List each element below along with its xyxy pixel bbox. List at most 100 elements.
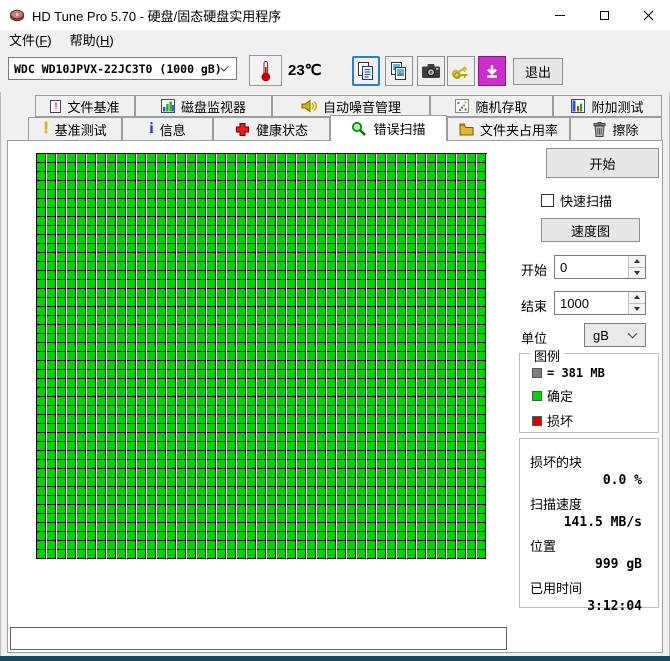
close-button[interactable] — [626, 0, 670, 30]
quick-scan-checkbox[interactable] — [541, 194, 554, 207]
tab-error-scan[interactable]: 错误扫描 — [330, 115, 447, 141]
scan-block — [267, 478, 276, 487]
scan-block — [107, 388, 116, 397]
scan-block — [357, 361, 366, 370]
maximize-button[interactable] — [582, 0, 626, 30]
scan-block — [277, 478, 286, 487]
scan-block — [437, 388, 446, 397]
range-end-input[interactable] — [555, 292, 628, 314]
scan-block — [387, 469, 396, 478]
scan-block — [107, 316, 116, 325]
scan-block — [357, 343, 366, 352]
menu-item-file[interactable]: 文件(F) — [0, 30, 61, 52]
tab-auto-acoustic[interactable]: 自动噪音管理 — [272, 95, 430, 117]
scan-block — [127, 163, 136, 172]
range-start-input[interactable] — [555, 256, 628, 278]
scan-block — [117, 226, 126, 235]
scan-block — [427, 289, 436, 298]
scan-block — [377, 514, 386, 523]
scan-block — [87, 181, 96, 190]
scan-block — [57, 181, 66, 190]
scan-block — [477, 370, 486, 379]
scan-block — [247, 487, 256, 496]
scan-block — [367, 541, 376, 550]
scan-block — [47, 334, 56, 343]
tab-benchmark[interactable]: ! 基准测试 — [28, 117, 122, 140]
spin-down-button[interactable] — [629, 266, 645, 278]
scan-block — [267, 361, 276, 370]
message-field[interactable] — [10, 627, 507, 650]
scan-block — [187, 307, 196, 316]
spin-down-button[interactable] — [629, 302, 645, 314]
scan-block — [327, 415, 336, 424]
scan-block — [247, 460, 256, 469]
tab-health[interactable]: 健康状态 — [213, 117, 330, 140]
spin-up-button[interactable] — [629, 256, 645, 267]
scan-block — [307, 541, 316, 550]
scan-block — [37, 424, 46, 433]
tab-random-access[interactable]: 随机存取 — [430, 95, 553, 117]
scan-block — [77, 343, 86, 352]
scan-block — [297, 487, 306, 496]
scan-block — [477, 433, 486, 442]
download-button[interactable] — [478, 56, 506, 86]
copy-text-button[interactable] — [352, 56, 380, 86]
temperature-button[interactable] — [249, 55, 282, 86]
scan-block — [147, 523, 156, 532]
scan-block — [127, 397, 136, 406]
scan-block — [67, 397, 76, 406]
start-scan-button[interactable]: 开始 — [546, 148, 659, 178]
scan-block — [327, 325, 336, 334]
scan-block — [67, 514, 76, 523]
scan-block — [177, 262, 186, 271]
scan-block — [147, 262, 156, 271]
tab-erase[interactable]: 擦除 — [570, 117, 662, 140]
scan-block — [157, 442, 166, 451]
speed-map-button[interactable]: 速度图 — [541, 218, 640, 242]
scan-block — [367, 550, 376, 559]
scan-block — [377, 478, 386, 487]
spin-up-button[interactable] — [629, 292, 645, 303]
scan-block — [437, 424, 446, 433]
tab-file-benchmark[interactable]: ! 文件基准 — [35, 95, 135, 117]
scan-block — [207, 271, 216, 280]
scan-block — [317, 280, 326, 289]
scan-block — [237, 208, 246, 217]
minimize-button[interactable] — [538, 0, 582, 30]
scan-block — [237, 442, 246, 451]
scan-block — [437, 226, 446, 235]
menu-item-help[interactable]: 帮助(H) — [61, 30, 123, 52]
tab-extra-tests[interactable]: 附加测试 — [553, 95, 662, 117]
scan-block — [367, 442, 376, 451]
scan-block — [147, 181, 156, 190]
unit-select[interactable]: gB — [584, 323, 646, 347]
scan-block — [157, 253, 166, 262]
scan-block — [227, 388, 236, 397]
scan-block — [327, 190, 336, 199]
scan-block — [137, 325, 146, 334]
tab-disk-monitor[interactable]: 磁盘监视器 — [135, 95, 272, 117]
scan-block — [307, 217, 316, 226]
exit-button[interactable]: 退出 — [513, 58, 563, 85]
scan-block — [417, 190, 426, 199]
scan-block — [77, 541, 86, 550]
tab-info[interactable]: i 信息 — [122, 117, 213, 140]
scan-block — [287, 397, 296, 406]
scan-block — [297, 550, 306, 559]
drive-select[interactable]: WDC WD10JPVX-22JC3T0 (1000 gB) — [8, 57, 237, 80]
scan-block — [367, 253, 376, 262]
scan-block — [457, 460, 466, 469]
scan-block — [297, 217, 306, 226]
tab-folder-usage[interactable]: 文件夹占用率 — [447, 117, 570, 140]
copy-image-button[interactable] — [385, 56, 413, 86]
scan-block — [257, 262, 266, 271]
scan-block — [347, 550, 356, 559]
screenshot-button[interactable] — [417, 56, 445, 86]
scan-block — [97, 163, 106, 172]
scan-block — [117, 460, 126, 469]
scan-block — [357, 352, 366, 361]
options-button[interactable] — [447, 56, 475, 86]
scan-block — [357, 244, 366, 253]
scan-block — [277, 550, 286, 559]
scan-block — [327, 550, 336, 559]
